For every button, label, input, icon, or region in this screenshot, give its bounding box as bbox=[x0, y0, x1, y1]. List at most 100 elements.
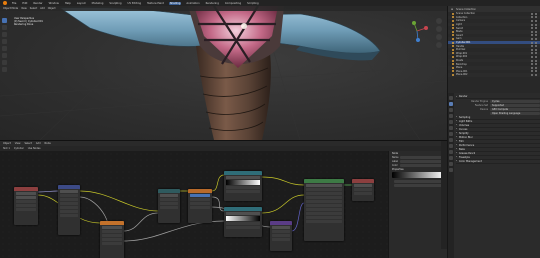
render-camera-icon[interactable] bbox=[535, 73, 537, 76]
render-camera-icon[interactable] bbox=[535, 63, 537, 66]
node-color-checkbox[interactable] bbox=[399, 163, 444, 167]
node-color-ramp[interactable] bbox=[158, 189, 180, 223]
menu-edit[interactable]: Edit bbox=[21, 2, 28, 5]
render-camera-icon[interactable] bbox=[535, 16, 537, 19]
viewport-menu-view[interactable]: View bbox=[21, 7, 27, 10]
move-tool-icon[interactable] bbox=[2, 32, 7, 37]
transform-tool-icon[interactable] bbox=[2, 53, 7, 58]
render-camera-icon[interactable] bbox=[535, 70, 537, 73]
view-layer-tab-icon[interactable] bbox=[449, 114, 453, 118]
tab-layout[interactable]: Layout bbox=[76, 2, 87, 5]
annotate-tool-icon[interactable] bbox=[2, 60, 7, 65]
render-camera-icon[interactable] bbox=[535, 12, 537, 15]
property-value[interactable]: GPU Compute bbox=[490, 107, 540, 112]
navigation-gizmo[interactable] bbox=[404, 18, 430, 44]
measure-tool-icon[interactable] bbox=[2, 67, 7, 72]
render-camera-icon[interactable] bbox=[535, 19, 537, 22]
render-camera-icon[interactable] bbox=[535, 27, 537, 30]
outliner-row[interactable]: Plane.002 bbox=[448, 73, 540, 77]
node-label-field[interactable] bbox=[399, 159, 444, 163]
visibility-eye-icon[interactable] bbox=[531, 19, 533, 22]
data-tab-icon[interactable] bbox=[449, 162, 453, 166]
material-tab-icon[interactable] bbox=[449, 168, 453, 172]
tool-tab-icon[interactable] bbox=[449, 96, 453, 100]
node-color-ramp-3[interactable] bbox=[224, 207, 262, 237]
zoom-icon[interactable] bbox=[436, 18, 442, 24]
visibility-eye-icon[interactable] bbox=[531, 63, 533, 66]
node-name-field[interactable] bbox=[400, 155, 444, 159]
color-ramp-preview[interactable] bbox=[392, 172, 444, 178]
node-properties-section-header[interactable]: Properties bbox=[389, 167, 447, 171]
node-mix-rgb[interactable] bbox=[188, 189, 212, 223]
world-tab-icon[interactable] bbox=[449, 126, 453, 130]
node-menu-node[interactable]: Node bbox=[45, 142, 51, 145]
constraints-tab-icon[interactable] bbox=[449, 156, 453, 160]
tab-rendering[interactable]: Rendering bbox=[205, 2, 220, 5]
visibility-eye-icon[interactable] bbox=[531, 48, 533, 51]
material-slot-dropdown[interactable]: Slot 1 bbox=[3, 147, 10, 150]
rotate-tool-icon[interactable] bbox=[2, 39, 7, 44]
node-menu-object[interactable]: Object bbox=[3, 142, 11, 145]
property-value[interactable]: Supported bbox=[490, 103, 540, 107]
render-camera-icon[interactable] bbox=[535, 45, 537, 48]
properties-section-header[interactable]: ▸ Color Management bbox=[456, 160, 540, 164]
material-name-field[interactable]: Cylinder bbox=[14, 147, 24, 150]
scene-tab-icon[interactable] bbox=[449, 120, 453, 124]
viewport-menu-object[interactable]: Object bbox=[48, 7, 56, 10]
visibility-eye-icon[interactable] bbox=[531, 59, 533, 62]
tab-texture-paint[interactable]: Texture Paint bbox=[146, 2, 165, 5]
visibility-eye-icon[interactable] bbox=[531, 16, 533, 19]
render-camera-icon[interactable] bbox=[535, 37, 537, 40]
object-tab-icon[interactable] bbox=[449, 132, 453, 136]
node-texture-coordinate[interactable] bbox=[14, 187, 38, 225]
tab-shading[interactable]: Shading bbox=[168, 1, 182, 5]
particles-tab-icon[interactable] bbox=[449, 144, 453, 148]
visibility-eye-icon[interactable] bbox=[531, 27, 533, 30]
scale-tool-icon[interactable] bbox=[2, 46, 7, 51]
tab-compositing[interactable]: Compositing bbox=[224, 2, 242, 5]
viewport-menu-add[interactable]: Add bbox=[40, 7, 45, 10]
render-camera-icon[interactable] bbox=[535, 41, 537, 44]
render-camera-icon[interactable] bbox=[535, 66, 537, 69]
ramp-color-field[interactable] bbox=[394, 183, 444, 187]
3d-viewport[interactable]: Object Mode View Select Add Object User … bbox=[0, 6, 447, 140]
menu-render[interactable]: Render bbox=[32, 2, 43, 5]
visibility-eye-icon[interactable] bbox=[531, 30, 533, 33]
node-canvas[interactable] bbox=[0, 151, 447, 258]
menu-window[interactable]: Window bbox=[48, 2, 60, 5]
outliner-filter-icon[interactable]: ☰ bbox=[451, 8, 453, 11]
ramp-position-field[interactable] bbox=[394, 179, 444, 183]
tab-uv-editing[interactable]: UV Editing bbox=[127, 2, 143, 5]
object-mode-dropdown[interactable]: Object Mode bbox=[3, 7, 18, 10]
visibility-eye-icon[interactable] bbox=[531, 23, 533, 26]
node-mapping[interactable] bbox=[58, 185, 80, 235]
tab-modeling[interactable]: Modeling bbox=[91, 2, 105, 5]
render-camera-icon[interactable] bbox=[535, 48, 537, 51]
visibility-eye-icon[interactable] bbox=[531, 12, 533, 15]
render-camera-icon[interactable] bbox=[535, 52, 537, 55]
visibility-eye-icon[interactable] bbox=[531, 34, 533, 37]
visibility-eye-icon[interactable] bbox=[531, 73, 533, 76]
render-camera-icon[interactable] bbox=[535, 59, 537, 62]
render-camera-icon[interactable] bbox=[535, 23, 537, 26]
node-menu-add[interactable]: Add bbox=[36, 142, 41, 145]
node-bump[interactable] bbox=[270, 221, 292, 251]
node-material-output[interactable] bbox=[352, 179, 374, 201]
output-tab-icon[interactable] bbox=[449, 108, 453, 112]
visibility-eye-icon[interactable] bbox=[531, 66, 533, 69]
blender-logo-icon[interactable] bbox=[3, 1, 7, 5]
visibility-eye-icon[interactable] bbox=[531, 70, 533, 73]
perspective-toggle-icon[interactable] bbox=[436, 42, 442, 48]
use-nodes-toggle[interactable]: Use Nodes bbox=[28, 147, 41, 150]
render-camera-icon[interactable] bbox=[535, 30, 537, 33]
modifier-tab-icon[interactable] bbox=[449, 138, 453, 142]
render-camera-icon[interactable] bbox=[535, 34, 537, 37]
viewport-menu-select[interactable]: Select bbox=[30, 7, 37, 10]
visibility-eye-icon[interactable] bbox=[531, 45, 533, 48]
render-camera-icon[interactable] bbox=[535, 55, 537, 58]
tab-sculpting[interactable]: Sculpting bbox=[108, 2, 122, 5]
camera-view-icon[interactable] bbox=[436, 34, 442, 40]
node-color-ramp-2[interactable] bbox=[224, 171, 262, 201]
visibility-eye-icon[interactable] bbox=[531, 37, 533, 40]
node-menu-select[interactable]: Select bbox=[24, 142, 31, 145]
